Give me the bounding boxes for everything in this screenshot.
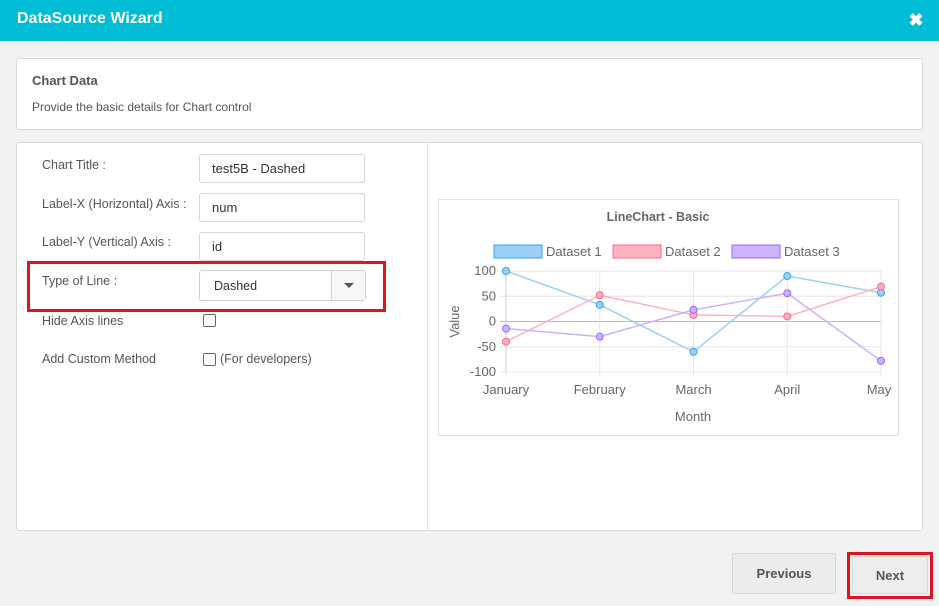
header-panel: Chart Data Provide the basic details for… xyxy=(16,58,923,130)
highlight-box xyxy=(27,261,386,312)
data-point xyxy=(783,272,792,281)
data-point xyxy=(783,289,792,298)
x-axis-label: Month xyxy=(675,409,711,424)
label-x-input[interactable] xyxy=(199,193,365,222)
y-tick-label: -100 xyxy=(470,364,496,379)
panel-divider xyxy=(427,143,428,530)
custom-method-note: (For developers) xyxy=(220,352,312,366)
x-tick-label: February xyxy=(574,382,627,397)
label-y-input[interactable] xyxy=(199,232,365,261)
close-icon[interactable]: ✖ xyxy=(905,9,927,31)
y-tick-label: 50 xyxy=(482,288,496,303)
hide-axis-label: Hide Axis lines xyxy=(42,314,124,328)
dialog-title: DataSource Wizard xyxy=(17,10,163,27)
section-subtitle: Provide the basic details for Chart cont… xyxy=(32,100,252,114)
data-point xyxy=(595,291,604,300)
data-point xyxy=(595,332,604,341)
next-highlight-box xyxy=(847,552,933,599)
previous-button[interactable]: Previous xyxy=(732,553,836,594)
chart-title-label: Chart Title : xyxy=(42,158,106,172)
y-tick-label: 0 xyxy=(489,314,496,329)
hide-axis-checkbox[interactable] xyxy=(203,314,216,327)
label-y-label: Label-Y (Vertical) Axis : xyxy=(42,235,171,249)
data-point xyxy=(689,305,698,314)
data-point xyxy=(502,337,510,346)
x-tick-label: March xyxy=(675,382,711,397)
dialog-titlebar: DataSource Wizard ✖ xyxy=(0,0,939,41)
data-point xyxy=(877,356,885,365)
data-point xyxy=(502,267,510,275)
y-axis-label: Value xyxy=(447,305,462,337)
y-tick-label: 100 xyxy=(474,263,496,278)
x-tick-label: May xyxy=(867,382,892,397)
chart-title: LineChart - Basic xyxy=(607,210,710,224)
data-point xyxy=(595,300,604,309)
label-x-label: Label-X (Horizontal) Axis : xyxy=(42,197,187,211)
chart-title-input[interactable] xyxy=(199,154,365,183)
data-point xyxy=(877,282,885,291)
legend-swatch xyxy=(612,244,662,259)
legend-label: Dataset 1 xyxy=(546,244,602,259)
main-panel: Chart Title : Label-X (Horizontal) Axis … xyxy=(16,142,923,531)
chart-container: LineChart - Basic Dataset 1 Dataset 2 Datas… xyxy=(438,199,899,436)
data-point xyxy=(783,312,792,321)
custom-method-checkbox[interactable] xyxy=(203,353,216,366)
legend-swatch xyxy=(731,244,781,259)
x-tick-label: January xyxy=(483,382,530,397)
legend-swatch xyxy=(493,244,543,259)
section-title: Chart Data xyxy=(32,73,98,88)
line-chart: LineChart - Basic Dataset 1 Dataset 2 Datas… xyxy=(447,210,892,424)
x-tick-label: April xyxy=(774,382,800,397)
legend-label: Dataset 3 xyxy=(784,244,840,259)
data-point xyxy=(502,324,510,333)
custom-method-label: Add Custom Method xyxy=(42,352,156,366)
legend-label: Dataset 2 xyxy=(665,244,721,259)
y-tick-label: -50 xyxy=(477,339,496,354)
data-point xyxy=(689,347,698,356)
